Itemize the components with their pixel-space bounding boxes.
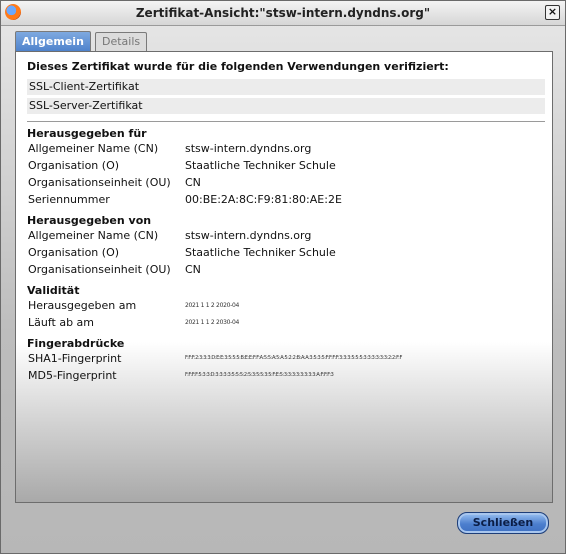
expiry-date: 2021 1 1 2 2030-04 [185,319,240,326]
title-bar: Zertifikat-Ansicht:"stsw-intern.dyndns.o… [1,1,565,26]
info-row: Organisation (O) Staatliche Techniker Sch… [27,244,545,261]
info-value: stsw-intern.dyndns.org [185,142,312,155]
usage-item: SSL-Client-Zertifikat [27,79,545,95]
info-row: Organisation (O) Staatliche Techniker Sch… [27,157,545,174]
info-row: MD5-Fingerprint F:F:F:F:5:3:3:D:3:3:3:3:5… [27,367,545,384]
info-label: Allgemeiner Name (CN) [28,229,159,242]
close-window-icon[interactable]: × [545,5,560,20]
tab-allgemein[interactable]: Allgemein [15,31,91,51]
info-row: Seriennummer 00:BE:2A:8C:F9:81:80:AE:2E [27,191,545,208]
info-row: Läuft ab am 2021 1 1 2 2030-04 [27,314,545,331]
info-label: Organisationseinheit (OU) [28,176,171,189]
fingerprints-heading: Fingerabdrücke [27,337,125,350]
info-label: Organisation (O) [28,159,120,172]
tab-details[interactable]: Details [95,32,148,51]
info-label: Herausgegeben am [28,299,137,312]
usage-item: SSL-Server-Zertifikat [27,98,545,114]
issued-date: 2021 1 1 2 2020-04 [185,302,240,309]
info-label: SHA1-Fingerprint [28,352,122,365]
sha1-fingerprint: F:F:F:2:3:3:3:D:E:E:3:5:5:5:B:E:E:F:F:A:… [185,355,402,361]
issued-by-heading: Herausgegeben von [27,214,152,227]
info-value: Staatliche Techniker Schule [185,246,336,259]
general-panel: Dieses Zertifikat wurde für die folgende… [15,51,553,503]
info-value: stsw-intern.dyndns.org [185,229,312,242]
info-row: Allgemeiner Name (CN) stsw-intern.dyndns.… [27,140,545,157]
info-value: CN [185,176,201,189]
info-label: Läuft ab am [28,316,95,329]
validity-heading: Validität [27,284,80,297]
info-row: Allgemeiner Name (CN) stsw-intern.dyndns.… [27,227,545,244]
close-button[interactable]: Schließen [457,512,549,534]
info-label: Organisation (O) [28,246,120,259]
info-row: Herausgegeben am 2021 1 1 2 2020-04 [27,297,545,314]
section-divider [27,121,545,122]
info-label: Seriennummer [28,193,110,206]
window-title: Zertifikat-Ansicht:"stsw-intern.dyndns.o… [135,6,431,20]
issued-to-heading: Herausgegeben für [27,127,147,140]
info-label: Allgemeiner Name (CN) [28,142,159,155]
verified-heading: Dieses Zertifikat wurde für die folgende… [27,60,449,73]
info-row: Organisationseinheit (OU) CN [27,174,545,191]
info-label: MD5-Fingerprint [28,369,117,382]
panel-content: Dieses Zertifikat wurde für die folgende… [27,60,545,384]
info-value: CN [185,263,201,276]
info-row: Organisationseinheit (OU) CN [27,261,545,278]
md5-fingerprint: F:F:F:F:5:3:3:D:3:3:3:3:5:5:5:2:5:3:5:5:… [185,372,334,378]
serial-number: 00:BE:2A:8C:F9:81:80:AE:2E [185,193,342,206]
info-row: SHA1-Fingerprint F:F:F:2:3:3:3:D:E:E:3:5:… [27,350,545,367]
info-value: Staatliche Techniker Schule [185,159,336,172]
info-label: Organisationseinheit (OU) [28,263,171,276]
certificate-viewer-window: Zertifikat-Ansicht:"stsw-intern.dyndns.o… [0,0,566,554]
